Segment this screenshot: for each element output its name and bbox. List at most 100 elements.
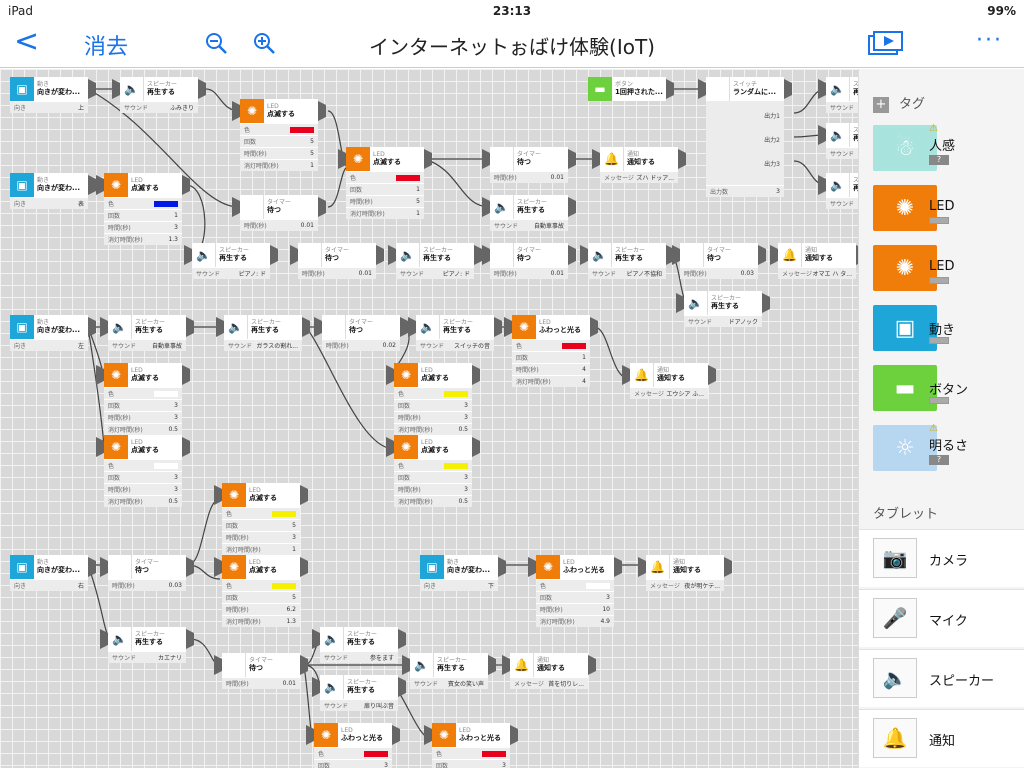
node-param[interactable]: 色: [222, 579, 300, 591]
led-node-1[interactable]: ✺ LED 点滅する色回数 5 時間(秒) 5 消灯時間(秒) 1: [232, 99, 326, 171]
speaker-node-9[interactable]: 🔈 スピーカー 再生する サウンド ドアノック: [676, 291, 770, 327]
node-param[interactable]: メッセージ 首を切りレ...: [510, 677, 588, 689]
node-param[interactable]: 時間(秒) 4: [512, 363, 590, 375]
led-node-2[interactable]: ✺ LED 点滅する色回数 1 時間(秒) 3 消灯時間(秒) 1.3: [96, 173, 190, 245]
node-param[interactable]: メッセージ 夜が明ケテ...: [646, 579, 724, 591]
motion-node-4[interactable]: ▣ 動き 向きが変わ... 向き 右: [10, 555, 96, 591]
led-icon[interactable]: ✺: [873, 185, 937, 231]
node-param[interactable]: 回数 3: [104, 399, 182, 411]
node-param[interactable]: 色: [240, 123, 318, 135]
node-param[interactable]: 時間(秒) 3: [394, 483, 472, 495]
node-param[interactable]: サウンド ガラスの割れ...: [224, 339, 302, 351]
speaker-node-12[interactable]: 🔈 スピーカー 再生する サウンド スイッチの音: [408, 315, 502, 351]
node-param[interactable]: 向き 表: [10, 197, 88, 209]
speaker-node-10[interactable]: 🔈 スピーカー 再生する サウンド 自動車事故: [100, 315, 194, 351]
led-node-3[interactable]: ✺ LED 点滅する色回数 1 時間(秒) 5 消灯時間(秒) 1: [338, 147, 432, 219]
node-param[interactable]: サウンド 自動車事故: [490, 219, 568, 231]
node-param[interactable]: 時間(秒) 3: [394, 411, 472, 423]
node-param[interactable]: サウンド ドアノック: [684, 315, 762, 327]
glow-node-3[interactable]: ✺LEDふわっと光る色回数3時間(秒)3消灯時間(秒)3: [306, 723, 400, 768]
node-param[interactable]: 時間(秒) 5: [240, 147, 318, 159]
node-param[interactable]: 回数 1: [512, 351, 590, 363]
brightness-icon[interactable]: ☼: [873, 425, 937, 471]
present-icon[interactable]: [868, 31, 904, 57]
timer-node-4[interactable]: ◷ タイマー 待つ 時間(秒) 0.01: [482, 243, 576, 279]
notify-node-4[interactable]: 🔔 通知 通知する メッセージ 夜が明ケテ...: [638, 555, 732, 591]
node-param[interactable]: 色: [512, 339, 590, 351]
node-param[interactable]: 時間(秒) 10: [536, 603, 614, 615]
glow-node-1[interactable]: ✺ LED ふわっと光る色回数 1 時間(秒) 4 消灯時間(秒) 4: [504, 315, 598, 387]
node-param[interactable]: 色: [104, 197, 182, 209]
node-param[interactable]: 消灯時間(秒) 0.5: [104, 495, 182, 507]
timer-node-6[interactable]: ◷ タイマー 待つ 時間(秒) 0.02: [314, 315, 408, 351]
node-param[interactable]: 色: [222, 507, 300, 519]
timer-node-7[interactable]: ◷ タイマー 待つ 時間(秒) 0.03: [100, 555, 194, 591]
speaker-node-16[interactable]: 🔈 スピーカー 再生する サウンド 扉り叫ぶ音: [312, 675, 406, 711]
speaker-node-11[interactable]: 🔈 スピーカー 再生する サウンド ガラスの割れ...: [216, 315, 310, 351]
node-param[interactable]: 時間(秒) 5: [346, 195, 424, 207]
node-param[interactable]: サウンド: [826, 101, 858, 113]
node-param[interactable]: 時間(秒) 3: [104, 221, 182, 233]
motion-node-5[interactable]: ▣ 動き 向きが変わ... 向き 下: [420, 555, 506, 591]
node-param[interactable]: 消灯時間(秒) 1: [346, 207, 424, 219]
node-param[interactable]: 回数 5: [222, 519, 300, 531]
node-param[interactable]: 消灯時間(秒) 0.5: [394, 423, 472, 435]
node-param[interactable]: 色: [346, 171, 424, 183]
more-button[interactable]: ···: [976, 28, 1003, 53]
notify-node-2[interactable]: 🔔 通知 通知する メッセージ オマエ ハ タ...: [770, 243, 858, 279]
node-param[interactable]: サウンド 自動車事故: [108, 339, 186, 351]
node-param[interactable]: 出力数 3: [706, 185, 784, 197]
node-param[interactable]: サウンド ふみきり: [120, 101, 198, 113]
speaker-node-5[interactable]: 🔈スピーカー再生するサウンド: [818, 173, 858, 209]
glow-node-2[interactable]: ✺ LED ふわっと光る色回数 3 時間(秒) 10 消灯時間(秒) 4.9: [528, 555, 622, 627]
node-param[interactable]: 時間(秒) 0.02: [322, 339, 400, 351]
node-param[interactable]: 消灯時間(秒) 1.3: [222, 615, 300, 627]
node-param[interactable]: メッセージ エウシア ふ...: [630, 387, 708, 399]
node-param[interactable]: 時間(秒) 6.2: [222, 603, 300, 615]
node-param[interactable]: 時間(秒) 0.01: [240, 219, 318, 231]
node-param[interactable]: 消灯時間(秒) 0.5: [394, 495, 472, 507]
person-icon[interactable]: ☃: [873, 125, 937, 171]
speaker-node-1[interactable]: 🔈 スピーカー 再生する サウンド ふみきり: [112, 77, 206, 113]
notify-node-3[interactable]: 🔔 通知 通知する メッセージ エウシア ふ...: [622, 363, 716, 399]
node-param[interactable]: 向き 左: [10, 339, 88, 351]
tablet-item[interactable]: 🔔 通知: [859, 709, 1024, 767]
node-param[interactable]: メッセージ オマエ ハ タ...: [778, 267, 856, 279]
tablet-item[interactable]: 🎤 マイク: [859, 589, 1024, 647]
node-param[interactable]: 回数 3: [432, 759, 510, 768]
node-param[interactable]: 回数 1: [104, 209, 182, 221]
node-param[interactable]: 時間(秒) 0.01: [490, 171, 568, 183]
node-param[interactable]: 回数 5: [222, 591, 300, 603]
timer-node-8[interactable]: ◷ タイマー 待つ 時間(秒) 0.01: [214, 653, 308, 689]
node-param[interactable]: サウンド 参をます: [320, 651, 398, 663]
node-param[interactable]: 回数 3: [394, 399, 472, 411]
node-param[interactable]: 回数 1: [346, 183, 424, 195]
node-param[interactable]: 時間(秒) 0.03: [680, 267, 758, 279]
button-node-1[interactable]: ▬ ボタン 1回押された...: [588, 77, 674, 101]
node-param[interactable]: サウンド スイッチの音: [416, 339, 494, 351]
speaker-node-13[interactable]: 🔈 スピーカー 再生する サウンド カエナリ: [100, 627, 194, 663]
motion-node-3[interactable]: ▣ 動き 向きが変わ... 向き 左: [10, 315, 96, 351]
speaker-node-15[interactable]: 🔈 スピーカー 再生する サウンド 賓女の笑い声: [402, 653, 496, 689]
node-param[interactable]: サウンド ピアノ不協和: [588, 267, 666, 279]
add-tag-icon[interactable]: +: [873, 96, 889, 113]
tablet-item[interactable]: 🔈 スピーカー: [859, 649, 1024, 707]
node-param[interactable]: 色: [104, 459, 182, 471]
node-param[interactable]: 回数 3: [104, 471, 182, 483]
glow-node-4[interactable]: ✺LEDふわっと光る色回数3時間(秒)3消灯時間(秒)3: [424, 723, 518, 768]
node-param[interactable]: 回数 3: [394, 471, 472, 483]
button-icon[interactable]: ▬: [873, 365, 937, 411]
speaker-node-8[interactable]: 🔈 スピーカー 再生する サウンド ピアノ不協和: [580, 243, 674, 279]
node-param[interactable]: 消灯時間(秒) 4.9: [536, 615, 614, 627]
node-param[interactable]: サウンド: [826, 147, 858, 159]
notify-node-5[interactable]: 🔔 通知 通知する メッセージ 首を切りレ...: [502, 653, 596, 689]
switch-node-1[interactable]: ☝ スイッチ ランダムに... 出力1 出力2 出力3 出力数 3: [698, 77, 792, 197]
node-param[interactable]: サウンド ピアノ: ド: [396, 267, 474, 279]
node-param[interactable]: 時間(秒) 0.01: [298, 267, 376, 279]
node-param[interactable]: 向き 上: [10, 101, 88, 113]
node-param[interactable]: サウンド 賓女の笑い声: [410, 677, 488, 689]
node-param[interactable]: サウンド ピアノ: ド: [192, 267, 270, 279]
led-node-9[interactable]: ✺ LED 点滅する色回数 5 時間(秒) 6.2 消灯時間(秒) 1.3: [214, 555, 308, 627]
node-param[interactable]: 消灯時間(秒) 0.5: [104, 423, 182, 435]
node-param[interactable]: 時間(秒) 0.01: [222, 677, 300, 689]
